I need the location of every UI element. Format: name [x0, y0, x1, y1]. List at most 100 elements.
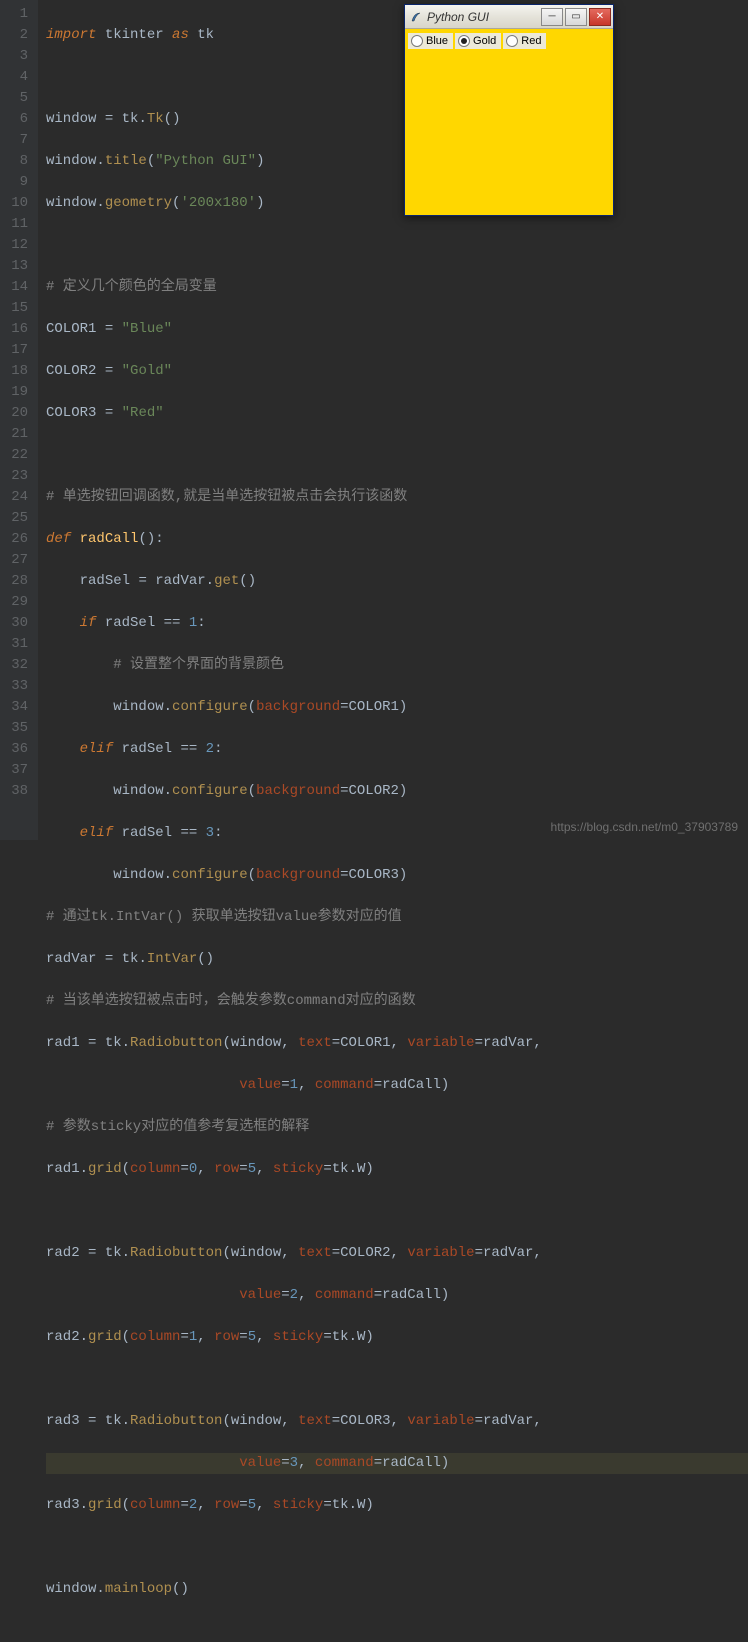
- op: ==: [180, 741, 197, 757]
- arg: window: [231, 1413, 281, 1429]
- obj: radVar: [155, 573, 205, 589]
- obj: tk: [105, 1413, 122, 1429]
- obj: tk: [105, 1245, 122, 1261]
- line-number: 26: [8, 529, 28, 550]
- var: rad3: [46, 1413, 80, 1429]
- keyword: def: [46, 531, 71, 547]
- code-editor: 1234567891011121314151617181920212223242…: [0, 0, 748, 840]
- comment: # 单选按钮回调函数,就是当单选按钮被点击会执行该函数: [46, 489, 407, 505]
- string: "Gold": [122, 363, 172, 379]
- line-number: 25: [8, 508, 28, 529]
- line-number: 15: [8, 298, 28, 319]
- radio-option-blue[interactable]: Blue: [408, 33, 453, 49]
- line-number: 8: [8, 151, 28, 172]
- param: command: [315, 1455, 374, 1471]
- op: ==: [164, 615, 181, 631]
- tk-feather-icon: [409, 10, 423, 24]
- param: value: [239, 1455, 281, 1471]
- param: row: [214, 1329, 239, 1345]
- param: command: [315, 1077, 374, 1093]
- param: background: [256, 867, 340, 883]
- radio-option-red[interactable]: Red: [503, 33, 546, 49]
- number: 5: [248, 1161, 256, 1177]
- param: text: [298, 1413, 332, 1429]
- radio-label: Gold: [473, 35, 496, 47]
- fn-call: title: [105, 153, 147, 169]
- fn-call: mainloop: [105, 1581, 172, 1597]
- fn-call: Radiobutton: [130, 1413, 222, 1429]
- op: =: [88, 1245, 96, 1261]
- var: rad2: [46, 1245, 80, 1261]
- param: column: [130, 1329, 180, 1345]
- line-number: 11: [8, 214, 28, 235]
- line-number: 2: [8, 25, 28, 46]
- args: (): [197, 951, 214, 967]
- obj: tk: [122, 951, 139, 967]
- window-client-area: Blue Gold Red: [405, 29, 613, 215]
- line-number: 24: [8, 487, 28, 508]
- val: COLOR1: [349, 699, 399, 715]
- line-number-gutter: 1234567891011121314151617181920212223242…: [0, 0, 38, 840]
- number: 0: [189, 1161, 197, 1177]
- var: COLOR3: [46, 405, 96, 421]
- watermark-text: https://blog.csdn.net/m0_37903789: [551, 820, 738, 834]
- comment: # 定义几个颜色的全局变量: [46, 279, 217, 295]
- val: radCall: [382, 1077, 441, 1093]
- line-number: 35: [8, 718, 28, 739]
- obj: tk: [105, 1035, 122, 1051]
- number: 1: [290, 1077, 298, 1093]
- val: radVar: [483, 1035, 533, 1051]
- var: window: [46, 111, 96, 127]
- keyword: as: [172, 27, 189, 43]
- keyword: elif: [80, 825, 114, 841]
- line-number: 21: [8, 424, 28, 445]
- window-titlebar[interactable]: Python GUI ─ ▭ ✕: [405, 5, 613, 29]
- val: COLOR3: [340, 1413, 390, 1429]
- code-area[interactable]: import tkinter as tk window = tk.Tk() wi…: [38, 0, 748, 840]
- op: ==: [180, 825, 197, 841]
- minimize-button[interactable]: ─: [541, 8, 563, 26]
- line-number: 38: [8, 781, 28, 802]
- args: (): [239, 573, 256, 589]
- obj: window: [113, 783, 163, 799]
- fn-call: grid: [88, 1161, 122, 1177]
- op: =: [105, 405, 113, 421]
- maximize-button[interactable]: ▭: [565, 8, 587, 26]
- val: COLOR2: [349, 783, 399, 799]
- line-number: 18: [8, 361, 28, 382]
- radio-option-gold[interactable]: Gold: [455, 33, 501, 49]
- param: sticky: [273, 1329, 323, 1345]
- fn-def: radCall: [80, 531, 139, 547]
- param: value: [239, 1077, 281, 1093]
- number: 3: [206, 825, 214, 841]
- val: COLOR3: [349, 867, 399, 883]
- radio-icon[interactable]: [458, 35, 470, 47]
- obj: window: [113, 699, 163, 715]
- radio-icon[interactable]: [506, 35, 518, 47]
- line-number: 36: [8, 739, 28, 760]
- obj: window: [46, 195, 96, 211]
- number: 2: [290, 1287, 298, 1303]
- op: =: [105, 363, 113, 379]
- args: (): [172, 1581, 189, 1597]
- line-number: 37: [8, 760, 28, 781]
- op: =: [340, 699, 348, 715]
- close-button[interactable]: ✕: [589, 8, 611, 26]
- attr: W: [357, 1161, 365, 1177]
- line-number: 28: [8, 571, 28, 592]
- val: radCall: [382, 1455, 441, 1471]
- param: background: [256, 783, 340, 799]
- fn-call: Radiobutton: [130, 1035, 222, 1051]
- colon: :: [214, 825, 222, 841]
- keyword: elif: [80, 741, 114, 757]
- val: COLOR1: [340, 1035, 390, 1051]
- obj: tk: [332, 1161, 349, 1177]
- comment: # 设置整个界面的背景颜色: [113, 657, 284, 673]
- arg: window: [231, 1245, 281, 1261]
- line-number: 6: [8, 109, 28, 130]
- val: COLOR2: [340, 1245, 390, 1261]
- param: column: [130, 1497, 180, 1513]
- number: 2: [206, 741, 214, 757]
- var: radSel: [122, 741, 172, 757]
- radio-icon[interactable]: [411, 35, 423, 47]
